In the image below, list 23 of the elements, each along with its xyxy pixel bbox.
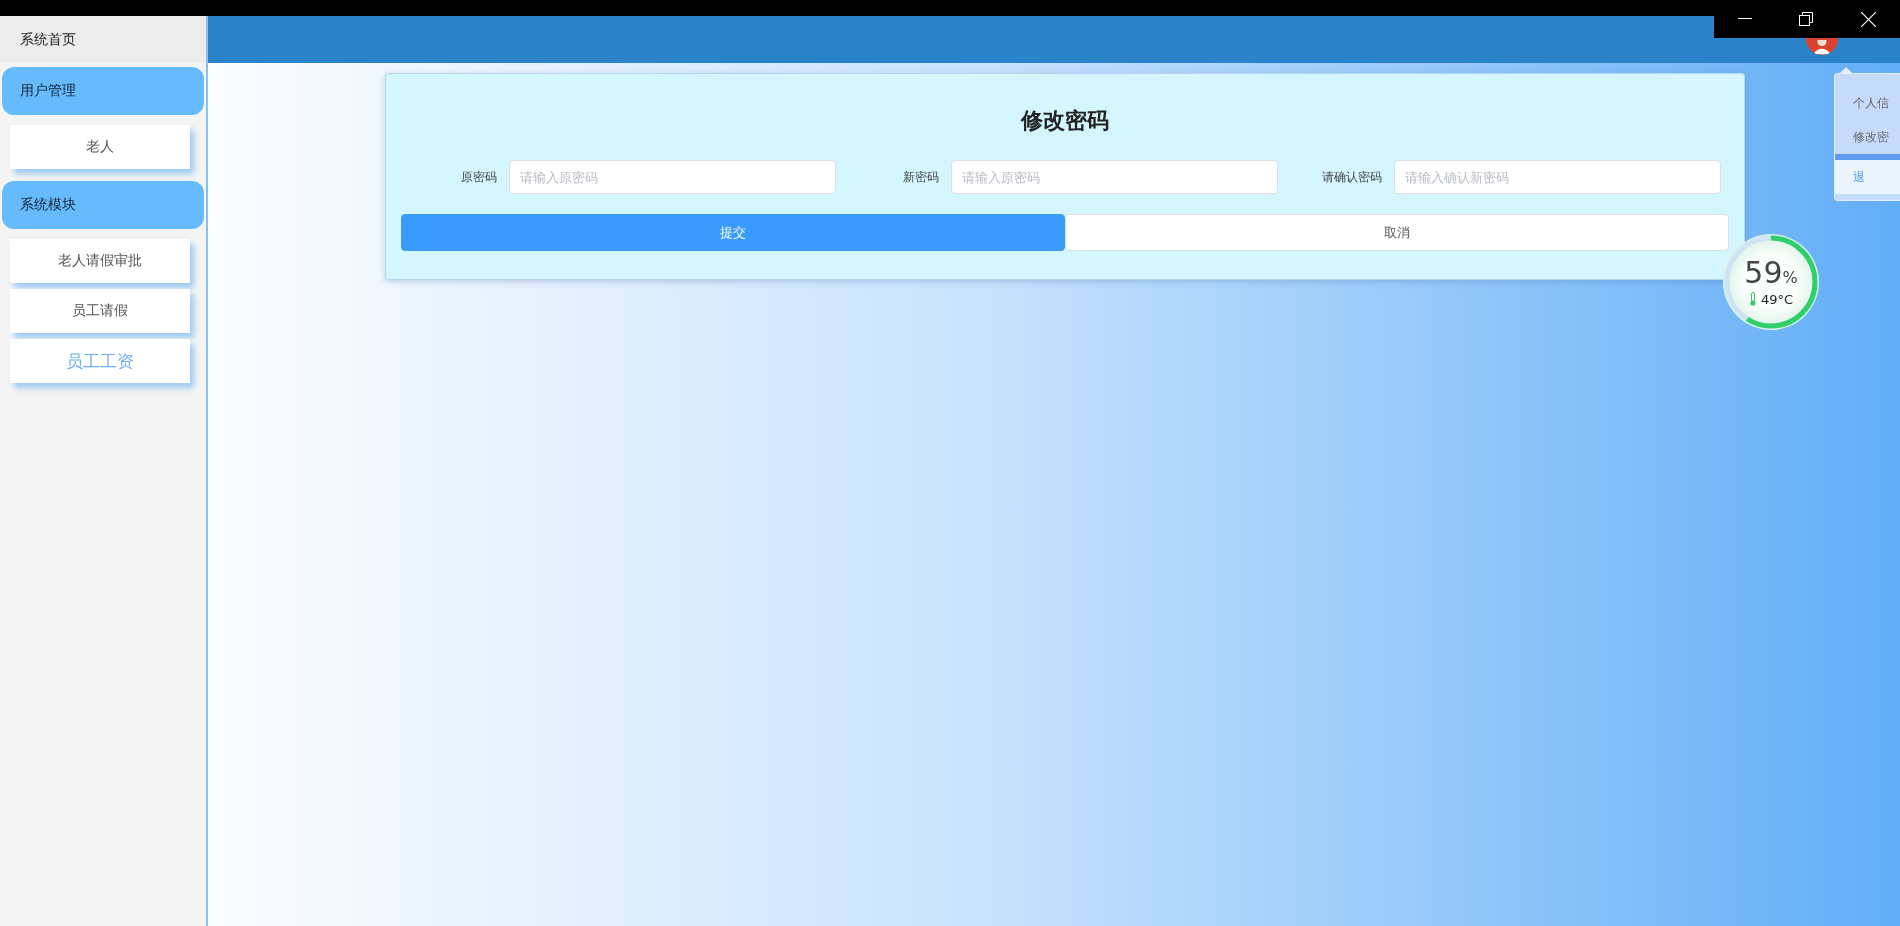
form-title: 修改密码 [1021,106,1109,135]
menu-group[interactable]: 用户管理 [2,67,204,115]
close-icon[interactable] [1861,11,1877,27]
field-label: 新密码 [903,168,940,186]
password-field[interactable]: 请输入原密码 [508,160,836,194]
password-field[interactable]: 请输入原密码 [951,160,1279,194]
usage-reading: 59% [1744,257,1798,288]
menu-option[interactable]: 修改密 [1835,120,1900,154]
menu-item[interactable]: 员工请假 [10,289,190,333]
thermometer-icon [1748,292,1757,306]
field-label: 请确认密码 [1322,168,1382,186]
minimize-icon[interactable] [1737,18,1752,20]
menu-item[interactable]: 老人 [10,125,190,169]
menu-item[interactable]: 老人请假审批 [10,239,190,283]
temperature-reading: 49°C [1760,291,1794,307]
menu-option[interactable]: 个人信 [1835,86,1900,120]
avatar-icon[interactable] [1806,38,1838,55]
restore-icon[interactable] [1799,12,1814,26]
sidebar-item[interactable]: 系统首页 [0,16,206,63]
field-label: 原密码 [460,168,497,186]
password-field[interactable]: 请输入确认新密码 [1394,160,1721,194]
menu-group[interactable]: 系统模块 [2,181,204,229]
cancel-button[interactable]: 取消 [1065,214,1729,251]
